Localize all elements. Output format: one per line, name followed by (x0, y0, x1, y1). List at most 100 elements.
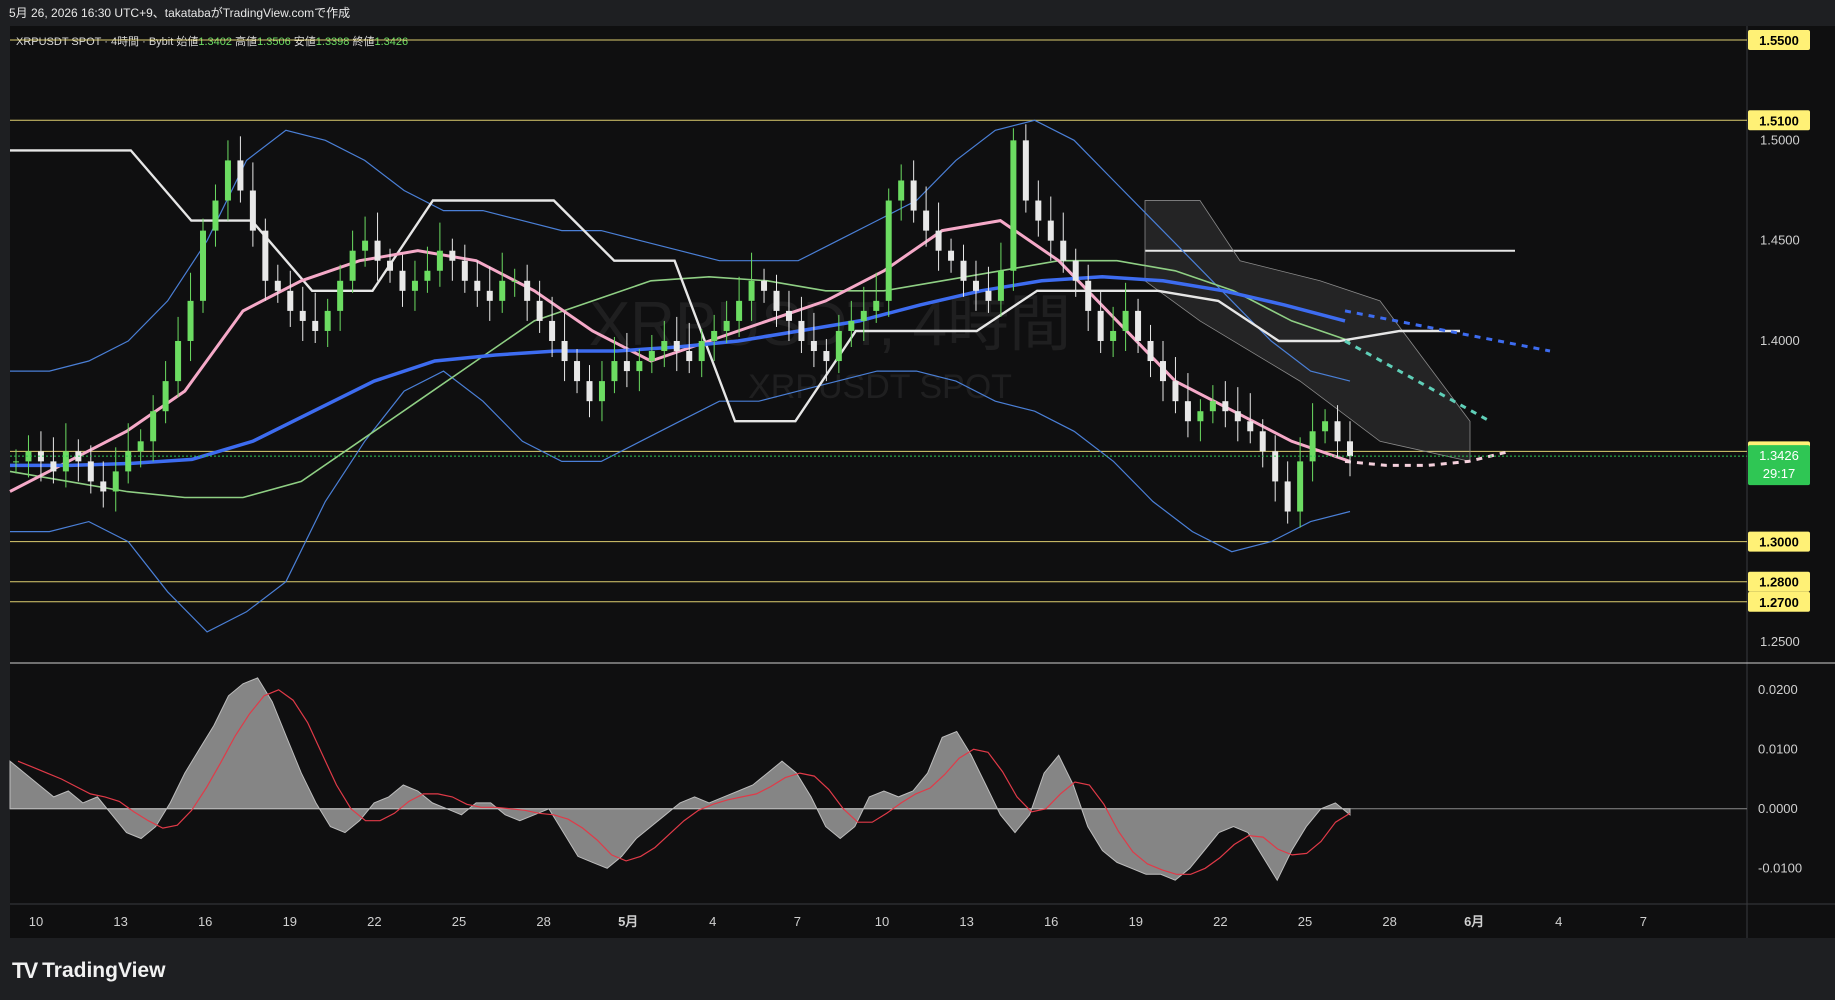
tradingview-mark-icon: TV (12, 958, 38, 983)
candle-body (574, 361, 581, 382)
candle-body (661, 340, 668, 352)
candle-body (175, 340, 182, 382)
candle-body (561, 340, 568, 362)
candle-body (748, 280, 755, 301)
candle-body (499, 280, 506, 301)
candle-body (835, 330, 842, 362)
time-tick: 13 (113, 914, 127, 929)
candle-body (997, 270, 1004, 301)
candle-body (374, 240, 381, 261)
time-tick: 5月 (618, 914, 638, 929)
candle-body (1097, 310, 1104, 341)
candle-body (1309, 431, 1316, 462)
candle-body (785, 310, 792, 321)
candle-body (62, 451, 69, 472)
time-tick: 7 (1640, 914, 1647, 929)
time-tick: 25 (1298, 914, 1312, 929)
chart-frame: 5月 26, 2026 16:30 UTC+9、takatabaがTrading… (0, 0, 1835, 1000)
candle-body (1022, 140, 1029, 201)
candle-body (237, 160, 244, 191)
candle-body (623, 361, 630, 372)
candle-body (312, 320, 319, 331)
candle-body (162, 381, 169, 412)
candle-body (1297, 461, 1304, 512)
candle-body (923, 210, 930, 231)
candle-body (860, 310, 867, 321)
candle-body (823, 351, 830, 362)
candle-body (549, 320, 556, 341)
price-tick: 1.5000 (1760, 132, 1800, 147)
candle-body (723, 320, 730, 331)
candle-body (362, 240, 369, 251)
tradingview-logo[interactable]: TV TradingView (12, 958, 165, 984)
time-tick: 19 (1129, 914, 1143, 929)
time-tick: 22 (1213, 914, 1227, 929)
candle-body (274, 280, 281, 291)
candle-body (972, 280, 979, 291)
candle-body (1172, 381, 1179, 402)
current-price-label: 1.3426 (1759, 448, 1799, 463)
candle-body (948, 250, 955, 261)
price-tick: 1.4500 (1760, 233, 1800, 248)
candle-body (511, 280, 518, 282)
candle-body (1072, 260, 1079, 281)
candle-body (1284, 481, 1291, 512)
candle-body (424, 270, 431, 281)
candle-body (586, 381, 593, 402)
candle-body (1347, 441, 1353, 457)
candle-body (187, 300, 194, 341)
candle-body (436, 250, 443, 271)
candle-body (798, 320, 805, 341)
candle-body (1122, 310, 1129, 331)
candle-body (910, 180, 917, 211)
candle-body (1334, 421, 1341, 442)
candle-body (337, 280, 344, 311)
level-label: 1.2800 (1759, 575, 1799, 590)
candle-body (636, 361, 643, 372)
candle-body (262, 230, 269, 281)
time-tick: 28 (536, 914, 550, 929)
candle-body (461, 260, 468, 281)
candle-body (287, 290, 294, 311)
candle-body (125, 451, 132, 472)
price-tick: 1.2500 (1760, 634, 1800, 649)
candle-body (686, 351, 693, 362)
time-tick: 6月 (1464, 914, 1484, 929)
candle-body (100, 481, 107, 492)
candle-body (848, 320, 855, 331)
time-tick: 13 (959, 914, 973, 929)
candle-body (1147, 340, 1154, 362)
countdown-label: 29:17 (1763, 466, 1796, 481)
price-chart[interactable]: XRPUSDT SPOT · 4時間 · Bybit 始値1.3402 高値1.… (0, 0, 1835, 1000)
candle-body (736, 300, 743, 321)
candle-body (960, 260, 967, 281)
candle-body (299, 310, 306, 321)
oscillator-tick: 0.0200 (1758, 682, 1798, 697)
candle-body (673, 340, 680, 352)
candle-body (761, 280, 768, 291)
candle-body (773, 290, 780, 311)
candle-body (349, 250, 356, 281)
candle-body (1247, 421, 1254, 432)
candle-body (1047, 220, 1054, 241)
ohlc-legend: XRPUSDT SPOT · 4時間 · Bybit 始値1.3402 高値1.… (16, 34, 408, 48)
candle-body (885, 200, 892, 301)
candle-body (13, 461, 19, 463)
oscillator-tick: 0.0100 (1758, 741, 1798, 756)
candle-body (150, 411, 157, 442)
candle-body (1035, 200, 1042, 221)
oscillator-tick: 0.0000 (1758, 801, 1798, 816)
candle-body (1222, 401, 1229, 412)
candle-body (112, 471, 119, 492)
candle-body (200, 230, 207, 301)
candle-body (873, 300, 880, 311)
candle-body (1197, 411, 1204, 422)
time-tick: 7 (794, 914, 801, 929)
candle-body (1010, 140, 1017, 271)
time-tick: 28 (1382, 914, 1396, 929)
candle-body (611, 361, 618, 382)
candle-body (1110, 330, 1117, 341)
candle-body (648, 351, 655, 362)
candle-body (249, 190, 256, 231)
candle-body (985, 290, 992, 301)
